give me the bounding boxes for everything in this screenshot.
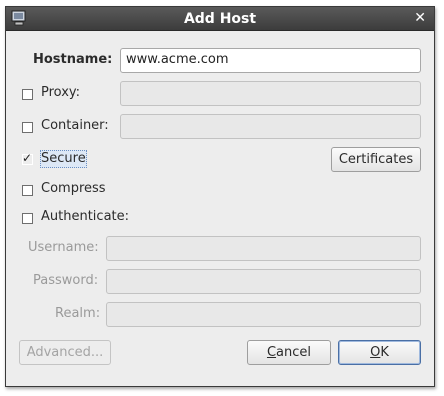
ok-button[interactable]: OK	[338, 340, 421, 365]
container-label: Container:	[41, 118, 109, 133]
cancel-button[interactable]: Cancel	[247, 340, 331, 365]
close-icon[interactable]: ✕	[414, 10, 426, 26]
realm-label: Realm:	[55, 306, 101, 321]
authenticate-checkbox[interactable]	[22, 213, 33, 224]
proxy-label: Proxy:	[41, 85, 81, 100]
add-host-dialog: Add Host ✕ Hostname: www.acme.com Proxy:…	[5, 6, 435, 387]
checkmark-icon: ✓	[22, 151, 33, 165]
compress-label: Compress	[41, 181, 106, 196]
username-label: Username:	[28, 240, 99, 255]
password-input[interactable]	[106, 269, 421, 294]
proxy-checkbox[interactable]	[22, 89, 33, 100]
cancel-mnemonic: C	[266, 345, 277, 360]
hostname-label: Hostname:	[33, 52, 113, 67]
certificates-button[interactable]: Certificates	[331, 147, 421, 172]
username-input[interactable]	[106, 236, 421, 261]
proxy-input[interactable]	[120, 81, 421, 106]
title-bar[interactable]: Add Host ✕	[6, 7, 434, 31]
secure-checkbox[interactable]: ✓	[22, 151, 33, 165]
container-input[interactable]	[120, 114, 421, 139]
hostname-input[interactable]: www.acme.com	[120, 48, 421, 73]
authenticate-label: Authenticate:	[41, 209, 130, 224]
ok-mnemonic: O	[370, 345, 381, 360]
realm-input[interactable]	[106, 302, 421, 327]
container-checkbox[interactable]	[22, 122, 33, 133]
advanced-button[interactable]: Advanced...	[19, 340, 111, 365]
ok-label-rest: K	[380, 345, 389, 360]
compress-checkbox[interactable]	[22, 185, 33, 196]
window-title: Add Host	[183, 11, 257, 27]
cancel-label-rest: ancel	[276, 345, 312, 360]
secure-label: Secure	[41, 151, 86, 166]
password-label: Password:	[33, 273, 99, 288]
